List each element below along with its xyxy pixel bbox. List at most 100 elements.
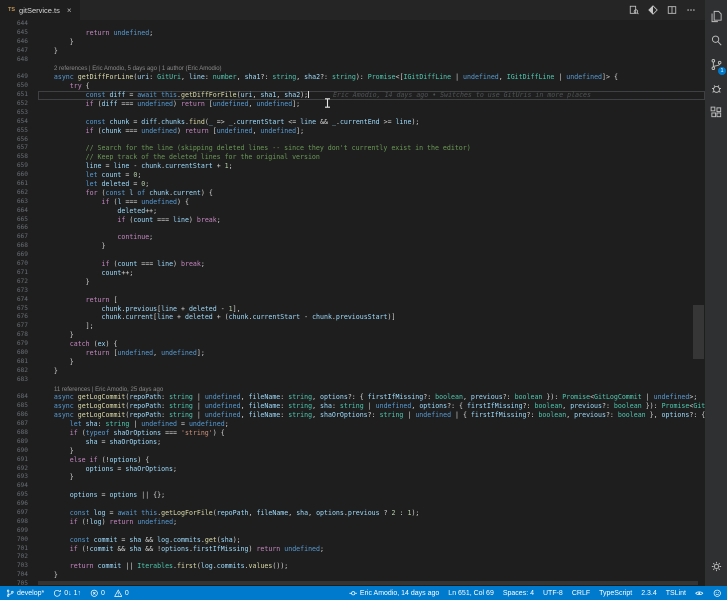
- vertical-scrollbar[interactable]: [693, 305, 704, 359]
- warnings-indicator[interactable]: 0: [113, 589, 129, 598]
- code-line[interactable]: 662 for (const l of chunk.current) {: [0, 189, 705, 198]
- feedback-smiley-icon[interactable]: [713, 589, 722, 598]
- line-number: 684: [16, 393, 28, 401]
- sync-indicator[interactable]: 0↓ 1↑: [53, 589, 81, 598]
- code-line[interactable]: 645 return undefined;: [0, 29, 705, 38]
- code-line[interactable]: 676 chunk.current[line + deleted + (chun…: [0, 313, 705, 322]
- status-bar: develop* 0↓ 1↑ 0 0 Eric Amodio, 14 days ago…: [0, 586, 727, 600]
- code-line[interactable]: 659 line = line - chunk.currentStart + 1…: [0, 162, 705, 171]
- code-line[interactable]: 681 }: [0, 358, 705, 367]
- code-line[interactable]: 663 if (l === undefined) {: [0, 198, 705, 207]
- code-line[interactable]: 692 options = shaOrOptions;: [0, 465, 705, 474]
- code-line[interactable]: 691 else if (!options) {: [0, 456, 705, 465]
- source-control-icon[interactable]: 1: [705, 52, 727, 76]
- code-line[interactable]: 654 const chunk = diff.chunks.find(_ => …: [0, 118, 705, 127]
- code-line[interactable]: 687 let sha: string | undefined = undefi…: [0, 420, 705, 429]
- code-editor[interactable]: 644 645 return undefined; 646 } 647 } 648 2 r…: [0, 20, 705, 586]
- code-line[interactable]: 685 async getLogCommit(repoPath: string …: [0, 402, 705, 411]
- code-line[interactable]: 704 }: [0, 571, 705, 580]
- code-line[interactable]: 699: [0, 527, 705, 536]
- code-line[interactable]: 661 let deleted = 0;: [0, 180, 705, 189]
- code-line[interactable]: 678 }: [0, 331, 705, 340]
- code-line[interactable]: 683: [0, 376, 705, 385]
- code-line[interactable]: 697 const log = await this.getLogForFile…: [0, 509, 705, 518]
- errors-indicator[interactable]: 0: [90, 589, 105, 598]
- code-line[interactable]: 688 if (typeof shaOrOptions === 'string'…: [0, 429, 705, 438]
- code-line[interactable]: 11 references | Eric Amodio, 25 days ago: [0, 385, 705, 394]
- code-line[interactable]: 651 const diff = await this.getDiffForFi…: [0, 91, 705, 100]
- code-line[interactable]: 686 async getLogCommit(repoPath: string …: [0, 411, 705, 420]
- code-line[interactable]: 652 if (diff === undefined) return [unde…: [0, 100, 705, 109]
- open-changes-icon[interactable]: [629, 5, 639, 15]
- code-line[interactable]: 665 if (count === line) break;: [0, 216, 705, 225]
- code-line[interactable]: 657 // Search for the line (skipping del…: [0, 144, 705, 153]
- code-line[interactable]: 702: [0, 553, 705, 562]
- code-line[interactable]: 701 if (!commit && sha && !options.first…: [0, 545, 705, 554]
- language-mode[interactable]: TypeScript: [599, 590, 632, 597]
- code-line[interactable]: 647 }: [0, 47, 705, 56]
- code-line[interactable]: 671 count++;: [0, 269, 705, 278]
- code-line[interactable]: 703 return commit || Iterables.first(log…: [0, 562, 705, 571]
- tab-gitservice-ts[interactable]: TS gitService.ts ×: [0, 0, 80, 20]
- gitlens-toggle-icon[interactable]: [695, 589, 704, 598]
- code-line[interactable]: 689 sha = shaOrOptions;: [0, 438, 705, 447]
- code-line[interactable]: 655 if (chunk === undefined) return [und…: [0, 127, 705, 136]
- tslint-status[interactable]: TSLint: [666, 590, 686, 597]
- code-line[interactable]: 2 references | Eric Amodio, 5 days ago |…: [0, 64, 705, 73]
- code-line[interactable]: 673: [0, 287, 705, 296]
- code-line[interactable]: 690 }: [0, 447, 705, 456]
- code-line[interactable]: 656: [0, 136, 705, 145]
- eol-indicator[interactable]: CRLF: [572, 590, 590, 597]
- code-line[interactable]: 658 // Keep track of the deleted lines f…: [0, 153, 705, 162]
- codelens[interactable]: 2 references | Eric Amodio, 5 days ago |…: [38, 65, 222, 73]
- code-line[interactable]: 682 }: [0, 367, 705, 376]
- code-line[interactable]: 696: [0, 500, 705, 509]
- indentation-indicator[interactable]: Spaces: 4: [503, 590, 534, 597]
- settings-gear-icon[interactable]: [705, 554, 727, 578]
- code-line[interactable]: 700 const commit = sha && log.commits.ge…: [0, 536, 705, 545]
- encoding-indicator[interactable]: UTF-8: [543, 590, 563, 597]
- code-line[interactable]: 650 try {: [0, 82, 705, 91]
- code-line[interactable]: 695 options = options || {};: [0, 491, 705, 500]
- typescript-version[interactable]: 2.3.4: [641, 590, 657, 597]
- code-line[interactable]: 677 ];: [0, 322, 705, 331]
- search-icon[interactable]: [705, 28, 727, 52]
- extensions-icon[interactable]: [705, 100, 727, 124]
- split-editor-icon[interactable]: [667, 5, 677, 15]
- code-line[interactable]: 649 async getDiffForLine(uri: GitUri, li…: [0, 73, 705, 82]
- cursor-position[interactable]: Ln 651, Col 69: [448, 590, 494, 597]
- line-number: 683: [16, 375, 28, 383]
- close-icon[interactable]: ×: [67, 6, 72, 15]
- code-line[interactable]: 680 return [undefined, undefined];: [0, 349, 705, 358]
- code-line[interactable]: 672 }: [0, 278, 705, 287]
- line-number: 667: [16, 233, 28, 241]
- gitlens-blame-status[interactable]: Eric Amodio, 14 days ago: [349, 589, 439, 598]
- debug-icon[interactable]: [705, 76, 727, 100]
- codelens[interactable]: 11 references | Eric Amodio, 25 days ago: [38, 386, 163, 394]
- gitlens-blame-icon[interactable]: [648, 5, 658, 15]
- code-line[interactable]: 648: [0, 56, 705, 65]
- code-line[interactable]: 667 continue;: [0, 233, 705, 242]
- code-line[interactable]: 646 }: [0, 38, 705, 47]
- line-number: 675: [16, 304, 28, 312]
- git-branch-indicator[interactable]: develop*: [6, 589, 44, 598]
- code-line[interactable]: 698 if (!log) return undefined;: [0, 518, 705, 527]
- code-line[interactable]: 660 let count = 0;: [0, 171, 705, 180]
- code-line[interactable]: 675 chunk.previous[line + deleted - 1],: [0, 305, 705, 314]
- code-line[interactable]: 670 if (count === line) break;: [0, 260, 705, 269]
- code-line[interactable]: 693 }: [0, 473, 705, 482]
- code-line[interactable]: 653: [0, 109, 705, 118]
- code-line[interactable]: 664 deleted++;: [0, 207, 705, 216]
- code-line[interactable]: 679 catch (ex) {: [0, 340, 705, 349]
- code-line[interactable]: 684 async getLogCommit(repoPath: string …: [0, 393, 705, 402]
- code-line[interactable]: 668 }: [0, 242, 705, 251]
- code-line[interactable]: 694: [0, 482, 705, 491]
- horizontal-scrollbar[interactable]: [38, 581, 698, 585]
- code-line[interactable]: 666: [0, 224, 705, 233]
- code-line[interactable]: 644: [0, 20, 705, 29]
- line-number: 700: [16, 535, 28, 543]
- explorer-icon[interactable]: [705, 4, 727, 28]
- code-line[interactable]: 674 return [: [0, 296, 705, 305]
- code-line[interactable]: 669: [0, 251, 705, 260]
- more-actions-icon[interactable]: [686, 5, 696, 15]
